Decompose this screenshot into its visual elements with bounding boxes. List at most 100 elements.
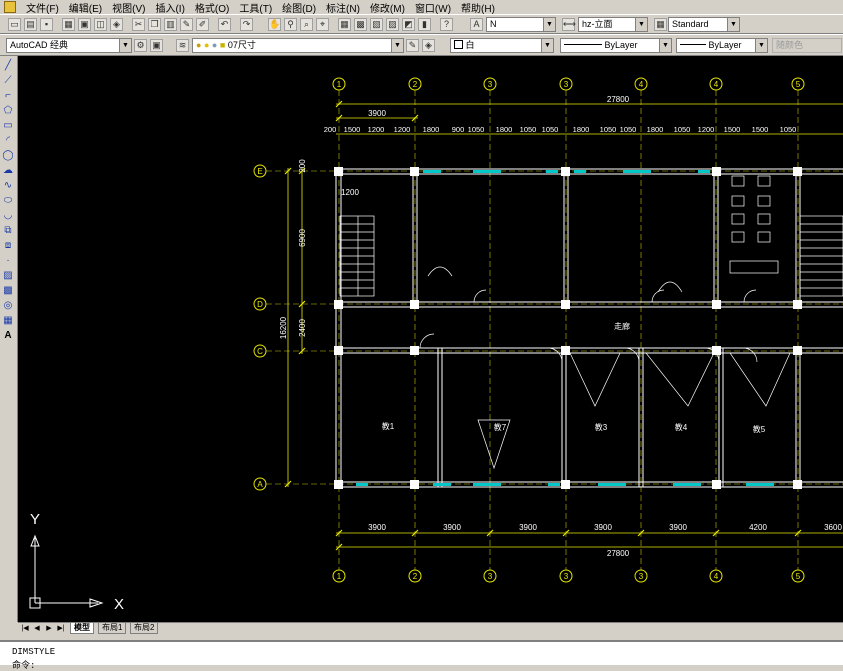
table-style-value: Standard xyxy=(672,19,709,29)
axis-label: 3 xyxy=(488,572,493,581)
rectangle-icon[interactable]: ▭ xyxy=(2,120,14,132)
layer-manager-icon[interactable]: ≋ xyxy=(176,39,189,52)
redo-icon[interactable]: ↷ xyxy=(240,18,253,31)
layer-previous-icon[interactable]: ◈ xyxy=(422,39,435,52)
tab-layout2[interactable]: 布局2 xyxy=(130,623,159,634)
menu-edit[interactable]: 编辑(E) xyxy=(69,0,102,15)
zoom-window-icon[interactable]: ⌕ xyxy=(300,18,313,31)
etransmit-icon[interactable]: ◈ xyxy=(110,18,123,31)
prev-tab-icon[interactable]: ◀ xyxy=(32,624,42,633)
calculator-icon[interactable]: ▮ xyxy=(418,18,431,31)
block-editor-icon[interactable]: ✐ xyxy=(196,18,209,31)
layer-select[interactable]: ● ● ● ■ 07尺寸 ▼ xyxy=(192,38,404,53)
undo-icon[interactable]: ↶ xyxy=(218,18,231,31)
markup-icon[interactable]: ◩ xyxy=(402,18,415,31)
open-icon[interactable]: ▤ xyxy=(24,18,37,31)
region-icon[interactable]: ◎ xyxy=(2,300,14,312)
drawing-canvas[interactable]: 1 2 3 3 4 4 5 1 2 3 3 3 4 5 E D C A 2780… xyxy=(18,56,843,622)
draw-toolbar: ╱ ⟋ ⌐ ⬠ ▭ ◜ ◯ ☁ ∿ ⬭ ◡ ⧉ ⧈ · ▨ ▩ ◎ ▦ A xyxy=(0,56,18,622)
make-block-icon[interactable]: ⧈ xyxy=(2,240,14,252)
menu-file[interactable]: 文件(F) xyxy=(26,0,59,15)
command-line[interactable]: DIMSTYLE 命令: xyxy=(0,640,843,671)
point-icon[interactable]: · xyxy=(2,255,14,267)
dimension-text: 1500 xyxy=(724,125,741,134)
polygon-icon[interactable]: ⬠ xyxy=(2,105,14,117)
table-style-icon[interactable]: ▦ xyxy=(654,18,667,31)
tool-palettes-icon[interactable]: ▧ xyxy=(370,18,383,31)
color-select[interactable]: 白 ▼ xyxy=(450,38,554,53)
dimension-text: 1800 xyxy=(496,125,513,134)
make-current-layer-icon[interactable]: ✎ xyxy=(406,39,419,52)
spline-icon[interactable]: ∿ xyxy=(2,180,14,192)
circle-icon[interactable]: ◯ xyxy=(2,150,14,162)
axis-label: 1 xyxy=(337,80,342,89)
menu-dimension[interactable]: 标注(N) xyxy=(326,0,360,15)
revision-cloud-icon[interactable]: ☁ xyxy=(2,165,14,177)
zoom-realtime-icon[interactable]: ⚲ xyxy=(284,18,297,31)
table-style-select[interactable]: Standard ▼ xyxy=(668,17,740,32)
publish-icon[interactable]: ◫ xyxy=(94,18,107,31)
print-preview-icon[interactable]: ▣ xyxy=(78,18,91,31)
menu-draw[interactable]: 绘图(D) xyxy=(282,0,316,15)
menu-window[interactable]: 窗口(W) xyxy=(415,0,451,15)
help-icon[interactable]: ? xyxy=(440,18,453,31)
my-workspace-icon[interactable]: ▣ xyxy=(150,39,163,52)
menu-modify[interactable]: 修改(M) xyxy=(370,0,405,15)
menu-format[interactable]: 格式(O) xyxy=(195,0,229,15)
match-properties-icon[interactable]: ✎ xyxy=(180,18,193,31)
properties-icon[interactable]: ▦ xyxy=(338,18,351,31)
ellipse-arc-icon[interactable]: ◡ xyxy=(2,210,14,222)
table-icon[interactable]: ▦ xyxy=(2,315,14,327)
axis-label: 5 xyxy=(796,572,801,581)
paste-icon[interactable]: ▥ xyxy=(164,18,177,31)
workspace-settings-icon[interactable]: ⚙ xyxy=(134,39,147,52)
app-icon[interactable] xyxy=(4,1,16,13)
axis-label: C xyxy=(257,347,263,356)
axis-label: 4 xyxy=(714,572,719,581)
last-tab-icon[interactable]: ▶| xyxy=(56,624,66,633)
save-icon[interactable]: ▪ xyxy=(40,18,53,31)
dimension-text: 1800 xyxy=(647,125,664,134)
dimension-text: 1800 xyxy=(573,125,590,134)
menu-view[interactable]: 视图(V) xyxy=(112,0,145,15)
command-history: DIMSTYLE xyxy=(12,647,56,657)
polyline-icon[interactable]: ⌐ xyxy=(2,90,14,102)
axis-label: 3 xyxy=(564,572,569,581)
ellipse-icon[interactable]: ⬭ xyxy=(2,195,14,207)
ucs-y-label: Y xyxy=(30,511,40,528)
text-style-select[interactable]: N ▼ xyxy=(486,17,556,32)
text-style-icon[interactable]: A xyxy=(470,18,483,31)
menu-help[interactable]: 帮助(H) xyxy=(461,0,495,15)
line-icon[interactable]: ╱ xyxy=(2,60,14,72)
plotstyle-select: 随颜色 xyxy=(772,38,842,53)
linetype-select[interactable]: ByLayer ▼ xyxy=(560,38,672,53)
gradient-icon[interactable]: ▩ xyxy=(2,285,14,297)
dim-style-icon[interactable]: ⟷ xyxy=(562,18,576,31)
dim-style-value: hz-立面 xyxy=(582,19,613,29)
sheet-set-icon[interactable]: ▨ xyxy=(386,18,399,31)
lineweight-select[interactable]: ByLayer ▼ xyxy=(676,38,768,53)
menu-tools[interactable]: 工具(T) xyxy=(239,0,272,15)
print-icon[interactable]: ▦ xyxy=(62,18,75,31)
next-tab-icon[interactable]: ▶ xyxy=(44,624,54,633)
cut-icon[interactable]: ✂ xyxy=(132,18,145,31)
dimension-text: 3900 xyxy=(519,523,537,532)
mtext-icon[interactable]: A xyxy=(2,330,14,342)
lock-icon: ● xyxy=(211,40,218,50)
zoom-previous-icon[interactable]: ⌖ xyxy=(316,18,329,31)
tab-model[interactable]: 模型 xyxy=(70,623,94,634)
first-tab-icon[interactable]: |◀ xyxy=(20,624,30,633)
new-icon[interactable]: ▭ xyxy=(8,18,21,31)
construction-line-icon[interactable]: ⟋ xyxy=(2,75,14,87)
dim-style-select[interactable]: hz-立面 ▼ xyxy=(578,17,648,32)
menu-insert[interactable]: 插入(I) xyxy=(155,0,184,15)
pan-icon[interactable]: ✋ xyxy=(268,18,281,31)
chevron-down-icon: ▼ xyxy=(659,39,671,52)
workspace-select[interactable]: AutoCAD 经典 ▼ xyxy=(6,38,132,53)
arc-icon[interactable]: ◜ xyxy=(2,135,14,147)
hatch-icon[interactable]: ▨ xyxy=(2,270,14,282)
design-center-icon[interactable]: ▩ xyxy=(354,18,367,31)
insert-block-icon[interactable]: ⧉ xyxy=(2,225,14,237)
copy-icon[interactable]: ❐ xyxy=(148,18,161,31)
tab-layout1[interactable]: 布局1 xyxy=(98,623,127,634)
